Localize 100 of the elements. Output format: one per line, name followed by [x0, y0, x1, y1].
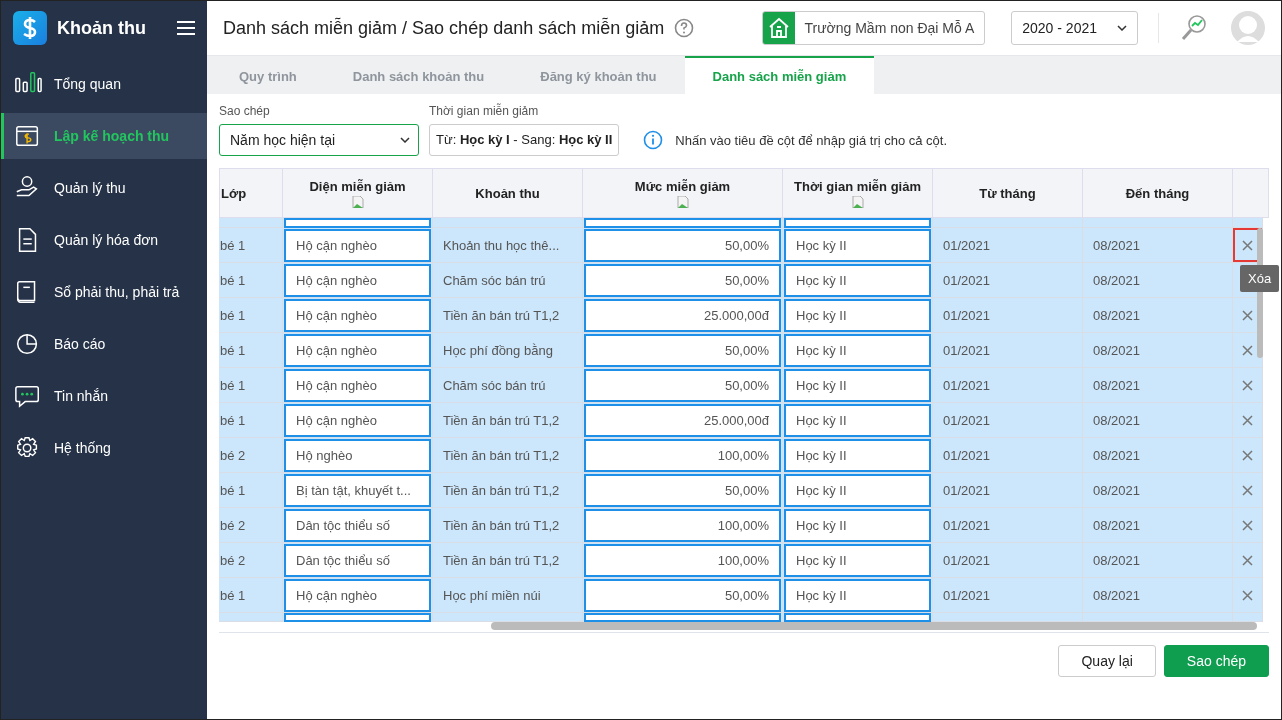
table-cell: 01/2021 — [933, 228, 1083, 263]
tooltip: Xóa — [1240, 265, 1280, 292]
table-cell: Khoản thu học thê... — [433, 228, 583, 263]
table-input[interactable]: Hộ cận nghèo — [284, 403, 431, 437]
sidebar-item[interactable]: Lập kế hoạch thu — [1, 113, 207, 159]
table-input[interactable]: Học kỳ II — [784, 543, 931, 577]
table-cell: 08/2021 — [1083, 508, 1233, 543]
table-cell: Tiền ăn bán trú T1,2 — [433, 438, 583, 473]
column-header[interactable]: Thời gian miễn giảm — [783, 169, 933, 217]
field-label: Sao chép — [219, 104, 271, 118]
table-input[interactable]: Dân tộc thiểu số — [284, 543, 431, 577]
table-input[interactable]: 100,00% — [584, 543, 781, 577]
sidebar-item[interactable]: Báo cáo — [1, 321, 207, 367]
sidebar-item[interactable]: Hệ thống — [1, 425, 207, 471]
table-input[interactable]: Học kỳ II — [784, 438, 931, 472]
sidebar-item[interactable]: Sổ phải thu, phải trả — [1, 269, 207, 315]
school-selector[interactable]: Trường Mầm non Đại Mỗ A — [761, 11, 986, 45]
table-cell: bé 1 — [219, 473, 283, 508]
table-cell: 08/2021 — [1083, 403, 1233, 438]
table-cell: Chăm sóc bán trú — [433, 263, 583, 298]
table-cell: bé 2 — [219, 438, 283, 473]
copy-select[interactable]: Năm học hiện tại — [219, 124, 419, 156]
table-cell: 08/2021 — [1083, 228, 1233, 263]
table-input[interactable]: Hộ cận nghèo — [284, 298, 431, 332]
sidebar-item[interactable]: Tin nhắn — [1, 373, 207, 419]
table-cell: 08/2021 — [1083, 263, 1233, 298]
table-cell: bé 1 — [219, 578, 283, 613]
table-input[interactable]: Dân tộc thiểu số — [284, 508, 431, 542]
table-input[interactable]: Học kỳ II — [784, 403, 931, 437]
table-input[interactable]: Hộ cận nghèo — [284, 263, 431, 297]
table-input[interactable]: Hộ nghèo — [284, 438, 431, 472]
table-input[interactable]: Học kỳ II — [784, 263, 931, 297]
table-cell: bé 1 — [219, 228, 283, 263]
table-cell: Tiền ăn bán trú T1,2 — [433, 473, 583, 508]
table-input[interactable]: 50,00% — [584, 263, 781, 297]
table-cell: 01/2021 — [933, 368, 1083, 403]
table-cell: 01/2021 — [933, 438, 1083, 473]
table-input[interactable]: Bị tàn tật, khuyết t... — [284, 473, 431, 507]
table-input[interactable]: Hộ cận nghèo — [284, 578, 431, 612]
table-cell: Chăm sóc bán trú — [433, 368, 583, 403]
table-cell: 08/2021 — [1083, 368, 1233, 403]
column-header[interactable]: Khoản thu — [433, 169, 583, 217]
table-cell: Học phí miền núi — [433, 578, 583, 613]
table-input[interactable]: Học kỳ II — [784, 228, 931, 262]
table-input[interactable]: Học kỳ II — [784, 333, 931, 367]
table-input[interactable]: Học kỳ II — [784, 473, 931, 507]
table-cell: Tiền ăn bán trú T1,2 — [433, 543, 583, 578]
field-label: Thời gian miễn giảm — [429, 104, 540, 118]
column-header[interactable]: Mức miễn giảm — [583, 169, 783, 217]
table-input[interactable]: 50,00% — [584, 368, 781, 402]
table-input[interactable]: Hộ cận nghèo — [284, 368, 431, 402]
table-cell: Tiền ăn bán trú T1,2 — [433, 508, 583, 543]
table-input[interactable]: 25.000,00đ — [584, 298, 781, 332]
column-header[interactable]: Đến tháng — [1083, 169, 1233, 217]
table-cell: 08/2021 — [1083, 578, 1233, 613]
period-field[interactable]: Từ: Học kỳ I - Sang: Học kỳ II — [429, 124, 620, 156]
table-cell: bé 1 — [219, 263, 283, 298]
table-input[interactable]: Hộ cận nghèo — [284, 228, 431, 262]
table-cell: Tiền ăn bán trú T1,2 — [433, 298, 583, 333]
table-input[interactable]: Hộ cận nghèo — [284, 333, 431, 367]
table-input[interactable]: 50,00% — [584, 333, 781, 367]
table-input[interactable]: 100,00% — [584, 438, 781, 472]
table-cell: Tiền ăn bán trú T1,2 — [433, 403, 583, 438]
year-select[interactable]: 2020 - 2021 — [1011, 11, 1138, 45]
table-cell: 01/2021 — [933, 403, 1083, 438]
page-title: Danh sách miễn giảm / Sao chép danh sách miễn giảm — [223, 17, 665, 39]
table-cell: 08/2021 — [1083, 438, 1233, 473]
table-cell: 01/2021 — [933, 333, 1083, 368]
table-cell: 08/2021 — [1083, 333, 1233, 368]
table-cell: bé 1 — [219, 333, 283, 368]
table-input[interactable]: 25.000,00đ — [584, 403, 781, 437]
sidebar-item[interactable]: Tổng quan — [1, 61, 207, 107]
table-cell: Học phí đồng bằng — [433, 333, 583, 368]
table-input[interactable]: Học kỳ II — [784, 298, 931, 332]
table-input[interactable]: Học kỳ II — [784, 578, 931, 612]
sidebar-item[interactable]: Quản lý hóa đơn — [1, 217, 207, 263]
info-text: Nhấn vào tiêu đề cột để nhập giá trị cho cả cột. — [675, 132, 948, 148]
table-cell: 01/2021 — [933, 473, 1083, 508]
back-button[interactable]: Quay lại — [1058, 645, 1156, 677]
table-input[interactable]: Học kỳ II — [784, 368, 931, 402]
table-cell: bé 1 — [219, 298, 283, 333]
table-cell: 01/2021 — [933, 263, 1083, 298]
table-cell: 08/2021 — [1083, 298, 1233, 333]
column-header[interactable]: Từ tháng — [933, 169, 1083, 217]
copy-button[interactable]: Sao chép — [1163, 645, 1269, 677]
table-input[interactable]: Học kỳ II — [784, 508, 931, 542]
table-input[interactable]: 100,00% — [584, 508, 781, 542]
column-header[interactable]: Lớp — [220, 169, 283, 217]
table-input[interactable]: 50,00% — [584, 473, 781, 507]
table-cell: bé 2 — [219, 543, 283, 578]
table-cell: 01/2021 — [933, 543, 1083, 578]
table-input[interactable]: 50,00% — [584, 578, 781, 612]
table-cell: bé 1 — [219, 368, 283, 403]
column-header[interactable]: Diện miễn giảm — [283, 169, 433, 217]
sidebar-item[interactable]: Quản lý thu — [1, 165, 207, 211]
table-cell: 08/2021 — [1083, 543, 1233, 578]
table-cell: bé 1 — [219, 403, 283, 438]
table-cell: bé 2 — [219, 508, 283, 543]
table-input[interactable]: 50,00% — [584, 228, 781, 262]
table-cell: 01/2021 — [933, 578, 1083, 613]
